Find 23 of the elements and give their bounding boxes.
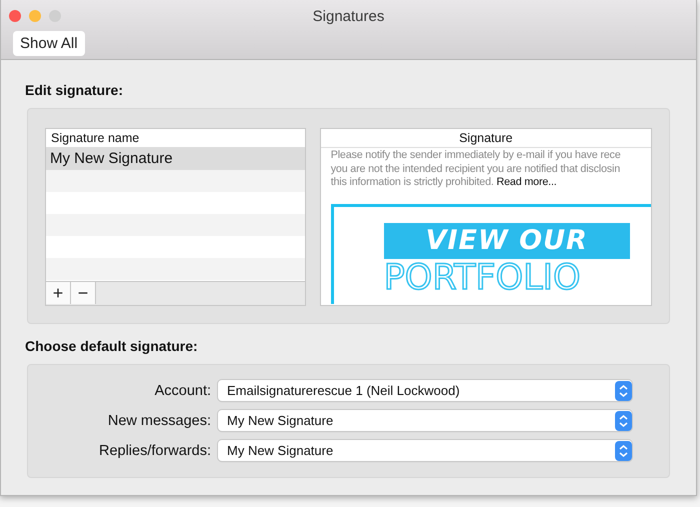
chevron-updown-icon [615, 410, 632, 430]
popup-menu[interactable]: Emailsignaturerescue 1 (Neil Lockwood) [218, 380, 632, 401]
popup-menu[interactable]: My New Signature [218, 440, 632, 461]
banner-title: VIEW OUR [384, 222, 630, 258]
popup-menu[interactable]: My New Signature [218, 410, 632, 431]
window-title: Signatures [312, 8, 384, 25]
window-control-button[interactable] [9, 10, 21, 22]
field-label: Account: [154, 382, 211, 398]
add-button[interactable]: + [46, 282, 71, 304]
column-header: Signature [320, 129, 651, 148]
banner-subtitle: PORTFOLIO [384, 258, 582, 296]
section-heading: Edit signature: [25, 82, 124, 98]
chevron-updown-icon [615, 440, 632, 460]
read-more-link[interactable]: Read more... [496, 176, 557, 188]
remove-button[interactable]: − [71, 282, 96, 304]
section-heading: Choose default signature: [25, 338, 199, 354]
disclaimer-text: Please notify the sender immediately by e-mail if you have rece you are not the intended recipient you are notified that disclosin this information is strictly prohibited. Read more... [330, 149, 622, 190]
field-label: New messages: [106, 412, 211, 428]
signature-row[interactable]: My New Signature [46, 148, 305, 170]
show-all-button[interactable]: Show All [13, 31, 85, 56]
chevron-updown-icon [615, 380, 632, 400]
window-control-button[interactable] [29, 10, 41, 22]
field-label: Replies/forwards: [98, 442, 211, 458]
